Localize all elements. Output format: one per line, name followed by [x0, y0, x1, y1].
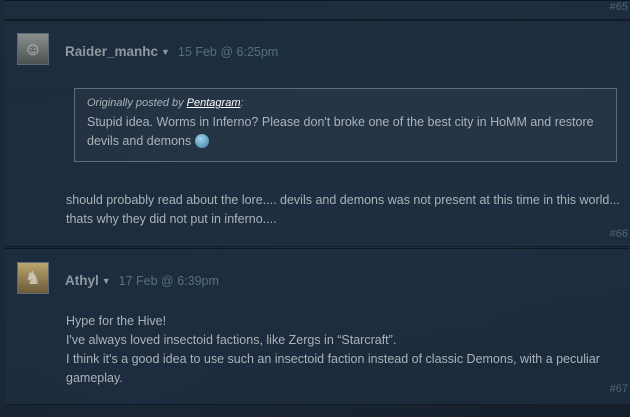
comment-author[interactable]: Athyl ▼ 17 Feb @ 6:39pm	[65, 273, 219, 288]
quote-prefix: Originally posted by	[87, 97, 184, 109]
comment-body: should probably read about the lore.... …	[66, 191, 622, 229]
quote-block: Originally posted by Pentagram: Stupid i…	[74, 88, 617, 162]
comment-number[interactable]: #67	[610, 383, 628, 395]
quote-suffix: :	[240, 97, 244, 109]
comment-number[interactable]: #66	[610, 228, 628, 240]
comment-line: Hype for the Hive!	[66, 314, 167, 328]
comment-66: ☺ Raider_manhc ▼ 15 Feb @ 6:25pm Originall…	[5, 20, 630, 247]
comment-timestamp: 17 Feb @ 6:39pm	[118, 274, 219, 288]
comment-body: Hype for the Hive! I've always loved ins…	[66, 312, 622, 388]
comment-author[interactable]: Raider_manhc ▼ 15 Feb @ 6:25pm	[65, 44, 278, 59]
person-icon: ♞	[24, 267, 42, 288]
comment-line: should probably read about the lore.... …	[66, 193, 620, 226]
avatar[interactable]: ☺	[17, 33, 49, 65]
chevron-down-icon[interactable]: ▼	[161, 47, 170, 57]
comment-line: I think it's a good idea to use such an …	[66, 352, 600, 385]
quote-body: Stupid idea. Worms in Inferno? Please do…	[87, 115, 594, 148]
quoted-author-link[interactable]: Pentagram	[187, 97, 241, 109]
author-name[interactable]: Athyl	[65, 273, 99, 288]
comment-line: I've always loved insectoid factions, li…	[66, 333, 397, 347]
comment-timestamp: 15 Feb @ 6:25pm	[177, 45, 279, 59]
comment-number[interactable]: #65	[610, 1, 628, 13]
comment-65: #65	[5, 0, 630, 20]
quote-text: Stupid idea. Worms in Inferno? Please do…	[87, 113, 604, 151]
chevron-down-icon[interactable]: ▼	[102, 276, 111, 286]
comment-67: ♞ Athyl ▼ 17 Feb @ 6:39pm Hype for the Hiv…	[5, 248, 630, 405]
person-icon: ☺	[23, 38, 43, 59]
quote-origin: Originally posted by Pentagram:	[87, 97, 604, 109]
emoticon-icon	[195, 134, 210, 148]
avatar[interactable]: ♞	[17, 262, 49, 294]
author-name[interactable]: Raider_manhc	[65, 44, 158, 59]
